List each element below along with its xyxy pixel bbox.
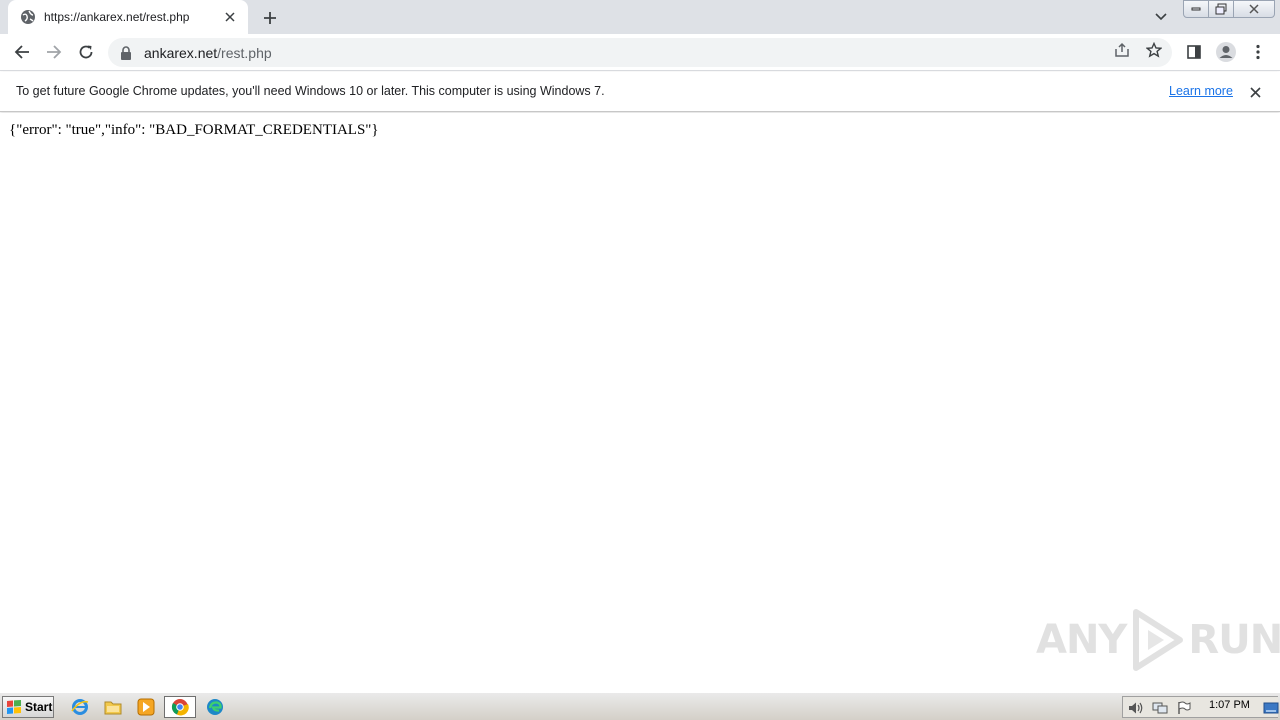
star-icon	[1146, 42, 1162, 58]
watermark-text-right: RUN	[1188, 617, 1280, 663]
browser-tab[interactable]: https://ankarex.net/rest.php	[8, 0, 248, 34]
media-player-icon[interactable]	[135, 697, 157, 717]
back-arrow-icon	[14, 45, 29, 59]
infobar-close-icon[interactable]	[1247, 84, 1263, 100]
restore-icon	[1215, 3, 1227, 15]
anyrun-watermark-logo: ANY RUN	[1036, 608, 1280, 672]
taskbar-clock[interactable]: 1:07 PM	[1209, 699, 1250, 711]
url-host: ankarex.net	[144, 44, 218, 61]
avatar-icon	[1216, 42, 1236, 62]
speaker-icon[interactable]	[1128, 700, 1144, 716]
json-response-text: {"error": "true","info": "BAD_FORMAT_CRE…	[9, 122, 379, 138]
infobar-message: To get future Google Chrome updates, you…	[16, 84, 605, 98]
windows-logo-icon	[6, 699, 22, 715]
plus-icon	[264, 12, 276, 24]
reload-icon	[79, 45, 93, 59]
edge-icon[interactable]	[204, 697, 226, 717]
close-icon	[1249, 4, 1259, 14]
share-icon	[1115, 42, 1129, 57]
tab-search-button[interactable]	[1150, 6, 1172, 28]
update-infobar: To get future Google Chrome updates, you…	[0, 72, 1280, 112]
menu-button[interactable]	[1244, 38, 1272, 66]
kebab-menu-icon	[1256, 44, 1260, 60]
action-center-flag-icon[interactable]	[1176, 700, 1192, 716]
page-content: {"error": "true","info": "BAD_FORMAT_CRE…	[0, 113, 1280, 692]
reload-button[interactable]	[72, 38, 100, 66]
bookmark-button[interactable]	[1142, 38, 1166, 62]
internet-explorer-icon[interactable]	[69, 697, 91, 717]
show-desktop-icon[interactable]	[1263, 700, 1279, 716]
chevron-down-icon	[1155, 13, 1167, 21]
lock-icon[interactable]	[120, 45, 134, 60]
taskbar: Start 1:07 PM	[0, 692, 1280, 720]
side-panel-icon	[1187, 45, 1201, 59]
forward-arrow-icon	[47, 45, 62, 59]
play-icon	[1128, 608, 1186, 672]
window-close-button[interactable]	[1233, 0, 1275, 18]
file-explorer-icon[interactable]	[102, 697, 124, 717]
forward-button[interactable]	[40, 38, 68, 66]
minimize-icon	[1191, 7, 1201, 11]
tab-close-icon[interactable]	[222, 9, 238, 25]
address-bar[interactable]: ankarex.net/rest.php	[108, 38, 1172, 67]
restore-button[interactable]	[1208, 0, 1234, 18]
watermark-text-left: ANY	[1036, 617, 1127, 663]
network-icon[interactable]	[1152, 700, 1168, 716]
browser-toolbar: ankarex.net/rest.php	[0, 34, 1280, 71]
profile-button[interactable]	[1212, 38, 1240, 66]
minimize-button[interactable]	[1183, 0, 1209, 18]
globe-icon	[20, 9, 36, 25]
start-label: Start	[25, 700, 53, 714]
system-tray	[1122, 696, 1279, 718]
side-panel-button[interactable]	[1180, 38, 1208, 66]
url-path: /rest.php	[217, 44, 272, 61]
tab-strip: https://ankarex.net/rest.php	[0, 0, 1280, 34]
chrome-taskbar-icon[interactable]	[164, 696, 196, 718]
back-button[interactable]	[8, 38, 36, 66]
tab-title: https://ankarex.net/rest.php	[44, 10, 190, 24]
start-button[interactable]: Start	[2, 696, 54, 718]
share-button[interactable]	[1110, 38, 1134, 62]
new-tab-button[interactable]	[258, 6, 282, 30]
learn-more-link[interactable]: Learn more	[1169, 84, 1233, 98]
